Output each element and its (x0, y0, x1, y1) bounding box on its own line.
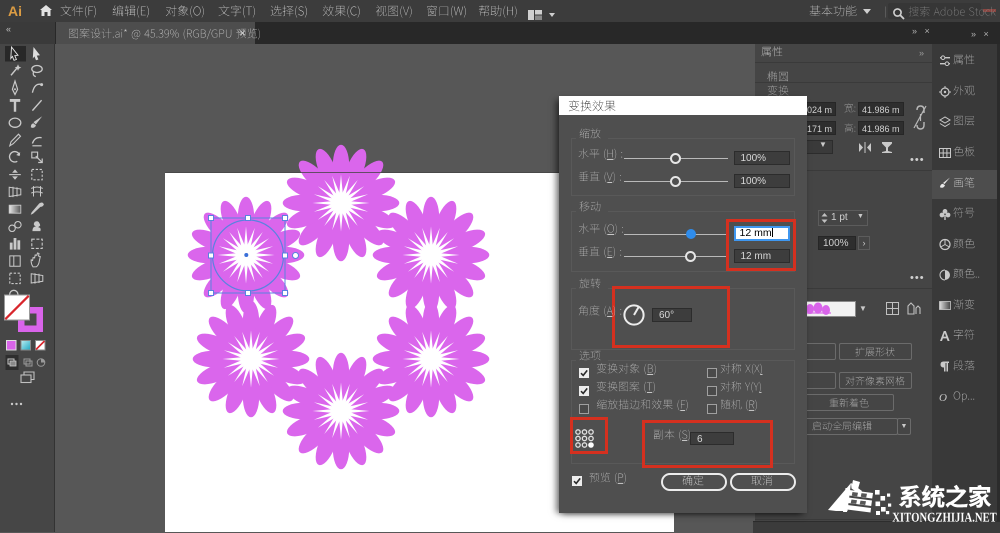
svg-text:O: O (939, 392, 947, 404)
